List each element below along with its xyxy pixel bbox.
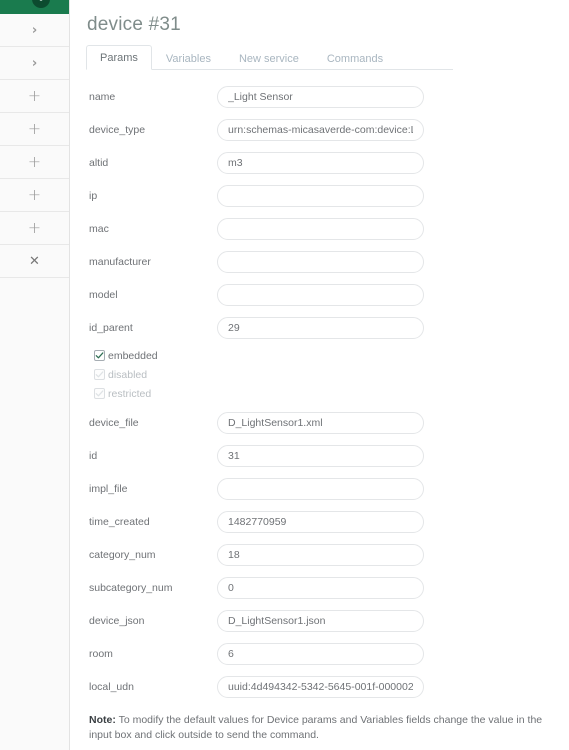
- form-row-device_json: device_json: [86, 604, 569, 637]
- checkbox-row-disabled[interactable]: disabled: [94, 365, 569, 384]
- form-row-device_file: device_file: [86, 406, 569, 439]
- field-input-subcategory_num[interactable]: [217, 577, 424, 599]
- sidebar-brand-bar: [0, 0, 69, 14]
- sidebar-filler: [0, 290, 69, 750]
- form-row-local_udn: local_udn: [86, 670, 569, 703]
- field-label-id_parent: id_parent: [86, 322, 217, 334]
- field-label-manufacturer: manufacturer: [86, 256, 217, 268]
- tab-variables[interactable]: Variables: [152, 46, 225, 70]
- field-label-subcategory_num: subcategory_num: [86, 582, 217, 594]
- field-input-name[interactable]: [217, 86, 424, 108]
- checkbox-row-restricted[interactable]: restricted: [94, 384, 569, 403]
- field-label-time_created: time_created: [86, 516, 217, 528]
- field-input-local_udn[interactable]: [217, 676, 424, 698]
- sidebar-row-0[interactable]: ›: [0, 14, 69, 47]
- field-label-id: id: [86, 450, 217, 462]
- checkbox-label-restricted: restricted: [108, 388, 151, 400]
- sidebar-row-4[interactable]: +: [0, 146, 69, 179]
- field-input-id_parent[interactable]: [217, 317, 424, 339]
- plus-icon[interactable]: +: [28, 187, 41, 203]
- tab-new-service[interactable]: New service: [225, 46, 313, 70]
- field-label-ip: ip: [86, 190, 217, 202]
- plus-icon[interactable]: +: [28, 220, 41, 236]
- field-label-local_udn: local_udn: [86, 681, 217, 693]
- app-root: › › + + + + + ✕ device #31 ParamsVariablesNew s…: [0, 0, 569, 750]
- field-label-device_json: device_json: [86, 615, 217, 627]
- field-input-ip[interactable]: [217, 185, 424, 207]
- chevron-right-icon[interactable]: ›: [32, 57, 37, 70]
- note-body: To modify the default values for Device …: [89, 714, 542, 741]
- content-area: device #31 ParamsVariablesNew serviceCom…: [70, 0, 569, 750]
- field-input-device_file[interactable]: [217, 412, 424, 434]
- form-row-mac: mac: [86, 212, 569, 245]
- params-checkbox-group: embedded disabled restricted: [86, 346, 569, 403]
- sidebar-row-1[interactable]: ›: [0, 47, 69, 80]
- field-input-impl_file[interactable]: [217, 478, 424, 500]
- field-label-model: model: [86, 289, 217, 301]
- sidebar-row-7[interactable]: ✕: [0, 245, 69, 278]
- field-input-category_num[interactable]: [217, 544, 424, 566]
- checkbox-label-embedded: embedded: [108, 350, 158, 362]
- params-form: name device_typealtid ip mac manufacturer mod…: [86, 80, 569, 703]
- circle-badge-icon: [32, 0, 50, 8]
- checkbox-embedded-checked-icon[interactable]: [94, 350, 105, 361]
- tab-bar: ParamsVariablesNew serviceCommands: [86, 46, 453, 70]
- form-row-model: model: [86, 278, 569, 311]
- plus-icon[interactable]: +: [28, 88, 41, 104]
- form-row-ip: ip: [86, 179, 569, 212]
- page-title: device #31: [86, 0, 569, 36]
- field-label-category_num: category_num: [86, 549, 217, 561]
- sidebar-row-6[interactable]: +: [0, 212, 69, 245]
- field-input-room[interactable]: [217, 643, 424, 665]
- note-text: Note: To modify the default values for D…: [86, 713, 559, 743]
- note-prefix: Note:: [89, 714, 116, 726]
- sidebar-row-2[interactable]: +: [0, 80, 69, 113]
- form-row-subcategory_num: subcategory_num: [86, 571, 569, 604]
- field-label-room: room: [86, 648, 217, 660]
- field-input-device_json[interactable]: [217, 610, 424, 632]
- field-input-model[interactable]: [217, 284, 424, 306]
- field-input-time_created[interactable]: [217, 511, 424, 533]
- sidebar-row-list: › › + + + + + ✕: [0, 14, 69, 278]
- tab-params[interactable]: Params: [86, 45, 152, 70]
- form-row-altid: altid: [86, 146, 569, 179]
- field-input-id[interactable]: [217, 445, 424, 467]
- field-label-name: name: [86, 91, 217, 103]
- plus-icon[interactable]: +: [28, 154, 41, 170]
- form-row-room: room: [86, 637, 569, 670]
- form-row-id_parent: id_parent: [86, 311, 569, 344]
- sidebar: › › + + + + + ✕: [0, 0, 70, 750]
- params-fields-bottom: device_fileid impl_file time_createdcatego…: [86, 406, 569, 703]
- field-input-altid[interactable]: [217, 152, 424, 174]
- field-label-altid: altid: [86, 157, 217, 169]
- field-label-device_type: device_type: [86, 124, 217, 136]
- field-label-device_file: device_file: [86, 417, 217, 429]
- params-fields-top: name device_typealtid ip mac manufacturer mod…: [86, 80, 569, 344]
- close-icon[interactable]: ✕: [29, 255, 40, 268]
- form-row-manufacturer: manufacturer: [86, 245, 569, 278]
- field-input-manufacturer[interactable]: [217, 251, 424, 273]
- form-row-time_created: time_created: [86, 505, 569, 538]
- plus-icon[interactable]: +: [28, 121, 41, 137]
- form-row-name: name: [86, 80, 569, 113]
- field-label-impl_file: impl_file: [86, 483, 217, 495]
- tab-commands[interactable]: Commands: [313, 46, 397, 70]
- checkbox-row-embedded[interactable]: embedded: [94, 346, 569, 365]
- checkbox-disabled-checked-icon: [94, 369, 105, 380]
- field-label-mac: mac: [86, 223, 217, 235]
- form-row-device_type: device_type: [86, 113, 569, 146]
- checkbox-restricted-checked-icon: [94, 388, 105, 399]
- form-row-id: id: [86, 439, 569, 472]
- field-input-device_type[interactable]: [217, 119, 424, 141]
- checkbox-label-disabled: disabled: [108, 369, 147, 381]
- sidebar-row-3[interactable]: +: [0, 113, 69, 146]
- field-input-mac[interactable]: [217, 218, 424, 240]
- sidebar-row-5[interactable]: +: [0, 179, 69, 212]
- chevron-right-icon[interactable]: ›: [32, 24, 37, 37]
- form-row-impl_file: impl_file: [86, 472, 569, 505]
- form-row-category_num: category_num: [86, 538, 569, 571]
